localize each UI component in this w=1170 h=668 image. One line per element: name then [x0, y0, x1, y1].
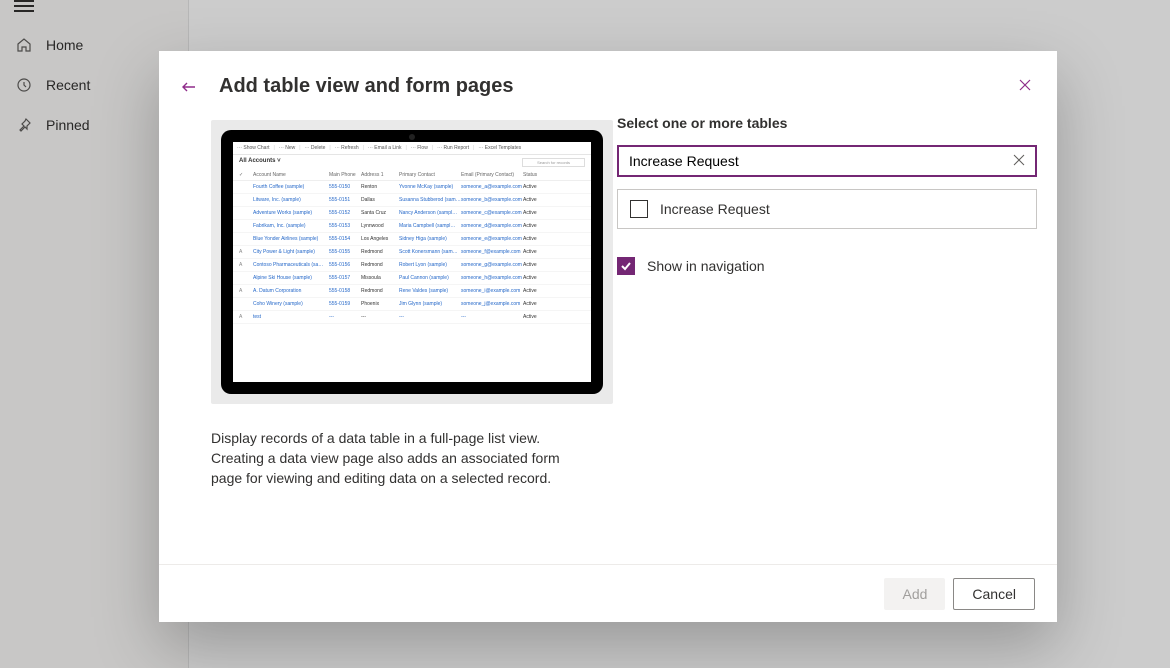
dialog-footer: Add Cancel	[159, 564, 1057, 622]
table-option-label: Increase Request	[660, 201, 770, 217]
dialog-title: Add table view and form pages	[219, 75, 593, 98]
preview-image: ⋯ Show Chart|⋯ New|⋯ Delete|⋯ Refresh|⋯ …	[211, 120, 613, 404]
back-button[interactable]	[181, 79, 197, 95]
show-in-nav-label: Show in navigation	[647, 258, 765, 274]
table-search-input[interactable]	[619, 147, 1035, 175]
add-button[interactable]: Add	[884, 578, 945, 610]
show-in-nav-checkbox[interactable]	[617, 257, 635, 275]
table-search-field[interactable]	[617, 145, 1037, 177]
show-in-navigation-toggle[interactable]: Show in navigation	[617, 257, 1037, 275]
select-tables-label: Select one or more tables	[617, 115, 1037, 131]
clear-search-icon[interactable]	[1013, 153, 1029, 169]
close-button[interactable]	[1013, 73, 1037, 97]
dialog-description: Display records of a data table in a ful…	[211, 428, 593, 488]
table-option-increase-request[interactable]: Increase Request	[617, 189, 1037, 229]
add-table-view-dialog: Add table view and form pages ⋯ Show Cha…	[159, 51, 1057, 622]
cancel-button[interactable]: Cancel	[953, 578, 1035, 610]
table-option-checkbox[interactable]	[630, 200, 648, 218]
